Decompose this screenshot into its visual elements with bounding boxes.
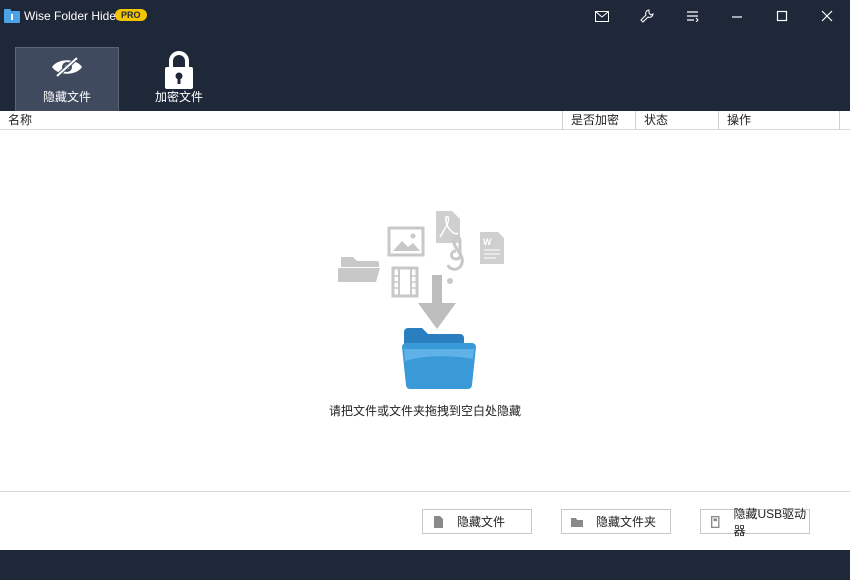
hide-usb-button[interactable]: 隐藏USB驱动器 xyxy=(700,507,810,538)
table-header: 名称 是否加密 状态 操作 xyxy=(0,111,850,130)
lock-icon xyxy=(165,51,193,89)
mail-icon xyxy=(595,10,609,22)
folder-icon xyxy=(571,517,583,527)
wrench-icon xyxy=(640,9,654,23)
folder-icon xyxy=(402,328,476,389)
column-name[interactable]: 名称 xyxy=(0,111,562,130)
usb-icon xyxy=(711,515,720,528)
drop-illustration: W xyxy=(338,211,504,389)
drop-area[interactable]: W 请把文件或文件夹拖拽到空白处隐藏 xyxy=(0,131,850,491)
music-note-icon xyxy=(446,235,464,284)
tab-label: 隐藏文件 xyxy=(42,90,91,104)
column-actions[interactable]: 操作 xyxy=(718,111,840,130)
hide-folder-label: 隐藏文件夹 xyxy=(596,515,657,529)
close-icon xyxy=(821,10,833,22)
window-bottom-border xyxy=(0,550,850,580)
tab-encrypt-files[interactable]: 加密文件 xyxy=(127,47,231,111)
mode-toolbar: 隐藏文件 加密文件 xyxy=(0,33,850,111)
menu-button[interactable] xyxy=(682,6,704,26)
column-status[interactable]: 状态 xyxy=(635,111,718,130)
footer-actions: 隐藏文件 隐藏文件夹 隐藏USB驱动器 xyxy=(0,491,850,550)
tab-label: 加密文件 xyxy=(154,90,203,104)
hide-folder-button[interactable]: 隐藏文件夹 xyxy=(561,509,671,534)
mail-button[interactable] xyxy=(591,6,613,26)
eye-slash-icon xyxy=(52,56,82,78)
minimize-icon xyxy=(732,16,742,18)
drop-hint-text: 请把文件或文件夹拖拽到空白处隐藏 xyxy=(328,404,521,418)
tab-hide-files[interactable]: 隐藏文件 xyxy=(15,47,119,111)
menu-list-icon xyxy=(687,11,699,22)
film-icon xyxy=(391,266,419,298)
minimize-button[interactable] xyxy=(726,6,748,26)
close-button[interactable] xyxy=(816,6,838,26)
hide-file-label: 隐藏文件 xyxy=(457,515,506,529)
title-bar: Wise Folder Hider PRO xyxy=(0,0,850,33)
maximize-button[interactable] xyxy=(771,6,793,26)
main-content: 名称 是否加密 状态 操作 W 请把文件或文件夹拖拽到空白处隐藏 隐藏文件 隐藏… xyxy=(0,111,850,550)
maximize-icon xyxy=(776,10,788,22)
file-icon xyxy=(434,515,443,528)
word-document-icon: W xyxy=(480,232,504,264)
app-logo-icon xyxy=(4,9,20,23)
hide-usb-label: 隐藏USB驱动器 xyxy=(733,506,807,538)
svg-text:W: W xyxy=(483,237,492,247)
hide-file-button[interactable]: 隐藏文件 xyxy=(422,509,532,534)
folder-outline-icon xyxy=(338,257,380,282)
image-icon xyxy=(387,226,425,257)
column-encrypted[interactable]: 是否加密 xyxy=(562,111,635,130)
pro-badge: PRO xyxy=(115,9,147,21)
app-title: Wise Folder Hider xyxy=(24,9,121,23)
tools-button[interactable] xyxy=(636,6,658,26)
